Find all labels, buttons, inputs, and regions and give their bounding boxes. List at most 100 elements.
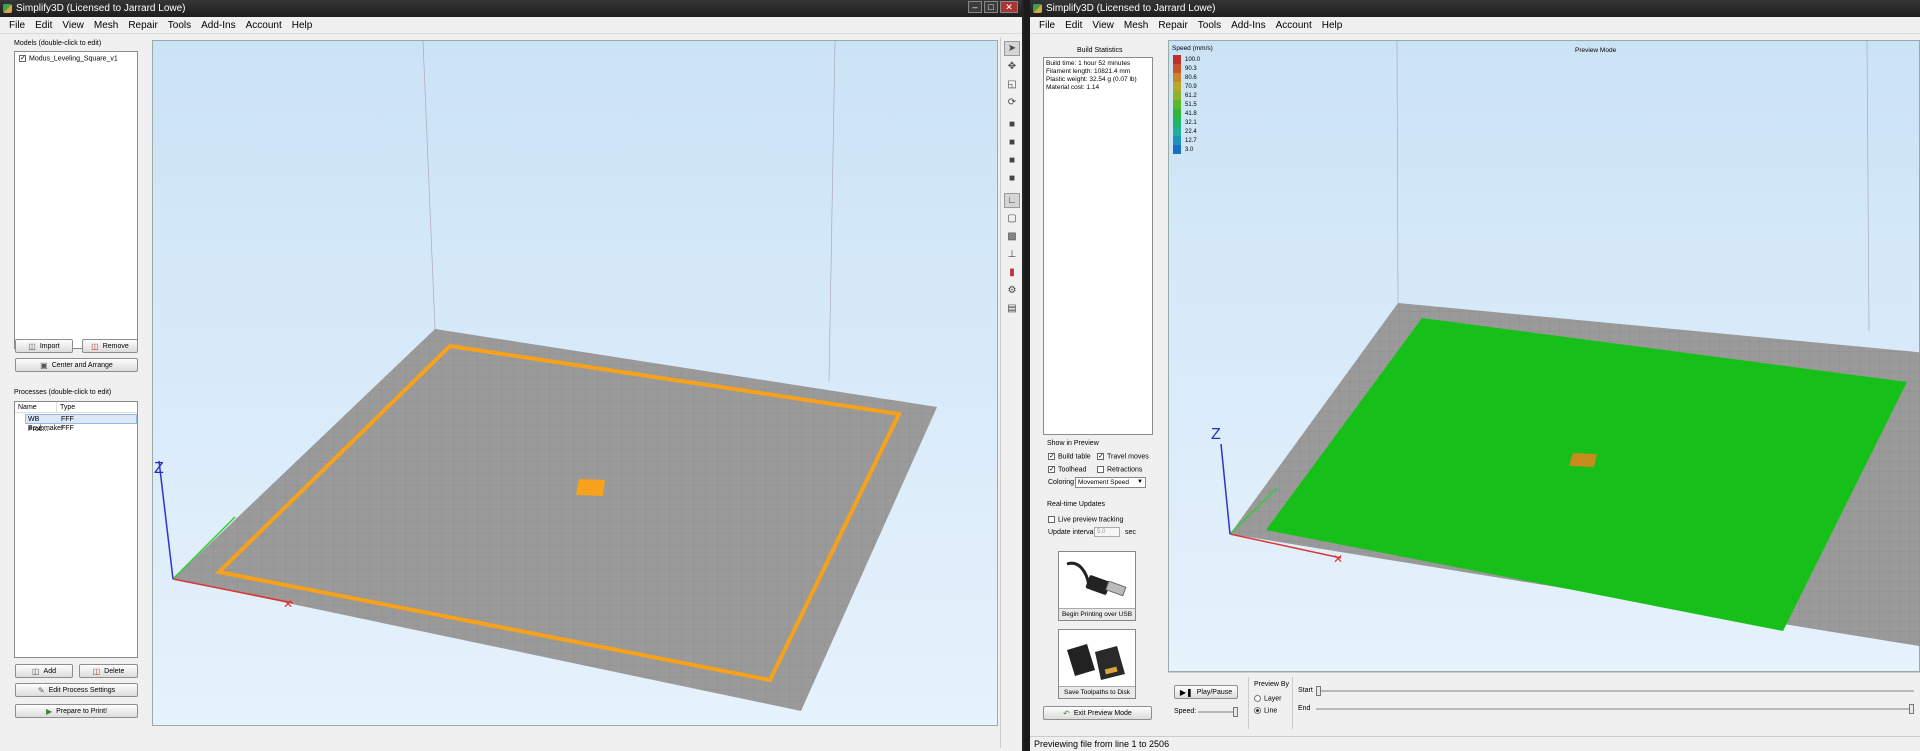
import-button[interactable]: ◫ Import [15,339,73,353]
usb-cable-icon [1066,561,1127,597]
sd-card-icon [1067,644,1125,680]
prepare-print-button[interactable]: ▶ Prepare to Print! [15,704,138,718]
build-stats-box: Build time: 1 hour 52 minutes Filament l… [1043,57,1153,435]
legend-row: 22.4 [1173,127,1200,136]
start-line-slider[interactable] [1316,686,1914,696]
playback-speed-slider[interactable] [1198,707,1238,717]
update-interval-spinbox[interactable]: 5.0 [1094,527,1120,537]
travel-moves-checkbox[interactable]: ✓ [1097,453,1104,460]
exit-preview-button[interactable]: ↶ Exit Preview Mode [1043,706,1152,720]
speed-label: Speed: [1174,708,1197,715]
layer-radio[interactable] [1254,695,1261,702]
layers-icon[interactable]: ▤ [1004,301,1020,316]
add-process-button[interactable]: ◫ Add [15,664,73,678]
table-row[interactable]: WB Proc... FFF [25,414,137,433]
cross-section-icon[interactable]: ⊥ [1004,247,1020,262]
coloring-select[interactable]: Movement Speed ▼ [1075,477,1146,488]
volume-edge [422,40,436,330]
maximize-button[interactable]: □ [984,1,998,13]
menu-account[interactable]: Account [1271,20,1317,31]
remove-button[interactable]: ◫ Remove [82,339,138,353]
coloring-label: Coloring [1048,479,1075,486]
play-pause-button[interactable]: ▶❚ Play/Pause [1174,685,1238,699]
line-radio[interactable] [1254,707,1261,714]
menu-file[interactable]: File [4,20,30,31]
menu-tools[interactable]: Tools [163,20,196,31]
model-center-square[interactable] [1569,453,1597,467]
settings-gear-icon[interactable]: ⚙ [1004,283,1020,298]
supports-icon[interactable]: ▮ [1004,265,1020,280]
scale-tool-icon[interactable]: ◱ [1004,77,1020,92]
delete-process-button[interactable]: ◫ Delete [79,664,138,678]
legend-value: 70.9 [1185,83,1197,90]
select-tool-icon[interactable]: ➤ [1004,41,1020,56]
live-tracking-option[interactable]: Live preview tracking [1048,516,1123,523]
menu-view[interactable]: View [57,20,89,31]
build-table-checkbox[interactable]: ✓ [1048,453,1055,460]
axes-toggle-icon[interactable]: ∟ [1004,193,1020,208]
menu-account[interactable]: Account [241,20,287,31]
model-center-square[interactable] [576,479,605,496]
coloring-value: Movement Speed [1078,479,1129,486]
section-view-icon[interactable]: ▩ [1004,229,1020,244]
processes-list[interactable]: Name Type WB Proc... FFF Ecubmaker FFF [14,401,138,658]
menu-repair[interactable]: Repair [1153,20,1192,31]
preview-by-line[interactable]: Line [1254,707,1277,714]
update-interval-value: 5.0 [1097,529,1106,535]
view-left-icon[interactable]: ■ [1004,153,1020,168]
menu-mesh[interactable]: Mesh [1119,20,1153,31]
travel-moves-option[interactable]: ✓ Travel moves [1097,453,1149,460]
preview-by-layer[interactable]: Layer [1254,695,1282,702]
edit-process-button[interactable]: ✎ Edit Process Settings [15,683,138,697]
menu-view[interactable]: View [1087,20,1119,31]
close-button[interactable]: ✕ [1000,1,1018,13]
list-item[interactable]: ✓ Modus_Leveling_Square_v1 [15,52,137,65]
menu-help[interactable]: Help [287,20,318,31]
view-top-icon[interactable]: ■ [1004,135,1020,150]
view-front-icon[interactable]: ■ [1004,117,1020,132]
menu-add-ins[interactable]: Add-Ins [1226,20,1270,31]
menu-file[interactable]: File [1034,20,1060,31]
start-label: Start [1298,687,1313,694]
menu-edit[interactable]: Edit [30,20,57,31]
menu-add-ins[interactable]: Add-Ins [196,20,240,31]
build-volume-icon[interactable]: ▢ [1004,211,1020,226]
minimize-button[interactable]: – [968,1,982,13]
usb-print-button[interactable]: Begin Printing over USB [1058,551,1136,621]
viewport-3d[interactable]: Z ✕ [152,40,998,726]
divider [1292,677,1293,729]
process-name: Ecubmaker [28,425,64,432]
toolhead-option[interactable]: ✓ Toolhead [1048,466,1086,473]
menu-edit[interactable]: Edit [1060,20,1087,31]
center-arrange-button[interactable]: ▣ Center and Arrange [15,358,138,372]
live-tracking-checkbox[interactable] [1048,516,1055,523]
slider-handle[interactable] [1233,707,1238,717]
edit-process-label: Edit Process Settings [48,686,116,694]
end-line-slider[interactable] [1316,704,1914,714]
preview-viewport-3d[interactable]: Z ✕ Speed (mm/s) 100.0 90.3 80.6 70.9 61.2 51… [1168,40,1920,672]
build-table-option[interactable]: ✓ Build table [1048,453,1091,460]
retractions-checkbox[interactable] [1097,466,1104,473]
retractions-option[interactable]: Retractions [1097,466,1142,473]
slider-handle[interactable] [1909,704,1914,714]
menu-tools[interactable]: Tools [1193,20,1226,31]
menu-help[interactable]: Help [1317,20,1348,31]
toolhead-checkbox[interactable]: ✓ [1048,466,1055,473]
rotate-tool-icon[interactable]: ⟳ [1004,95,1020,110]
models-list[interactable]: ✓ Modus_Leveling_Square_v1 [14,51,138,349]
toolhead-label: Toolhead [1058,466,1087,474]
table-row[interactable]: Ecubmaker FFF [26,424,137,434]
move-tool-icon[interactable]: ✥ [1004,59,1020,74]
model-checkbox[interactable]: ✓ [19,55,26,62]
view-right-icon[interactable]: ■ [1004,171,1020,186]
col-type[interactable]: Type [57,402,75,412]
arrange-icon: ▣ [40,360,48,370]
legend-swatch [1173,73,1181,82]
x-axis-marker: ✕ [1333,552,1343,566]
menu-repair[interactable]: Repair [123,20,162,31]
col-name[interactable]: Name [15,402,57,412]
slider-handle[interactable] [1316,686,1321,696]
menu-mesh[interactable]: Mesh [89,20,123,31]
add-icon: ◫ [31,666,40,676]
save-toolpaths-button[interactable]: Save Toolpaths to Disk [1058,629,1136,699]
